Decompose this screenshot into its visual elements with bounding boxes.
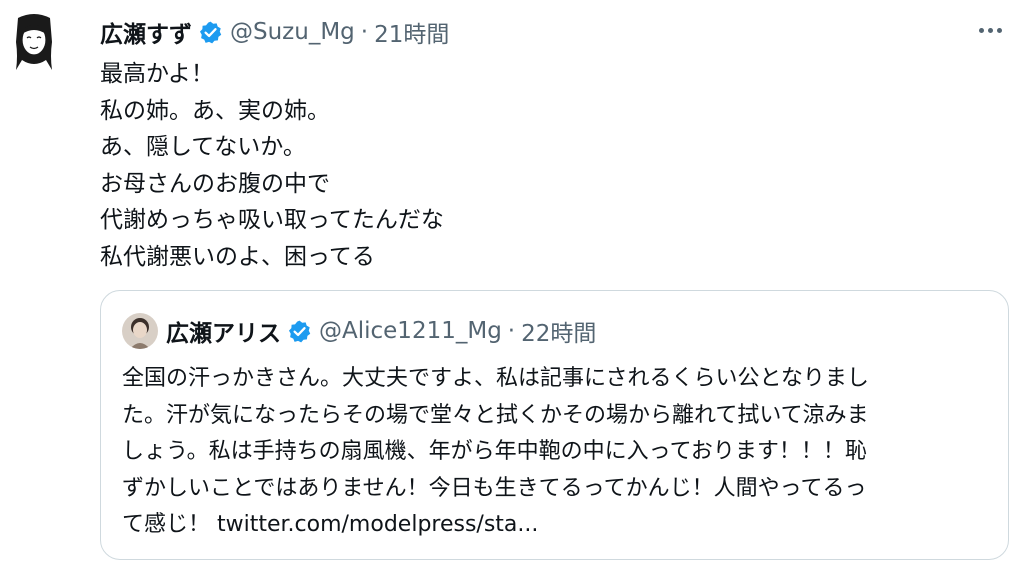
tweet-timestamp[interactable]: 21時間 (374, 15, 449, 49)
quoted-text-line: 全国の汗っかきさん。大丈夫ですよ、私は記事にされるくらい公となりまし (122, 366, 869, 391)
tweet-text-line: お母さんのお腹の中で (100, 170, 330, 197)
author-name[interactable]: 広瀬すず (100, 15, 192, 49)
quoted-text-line: た。汗が気になったらその場で堂々と拭くかその場から離れて拭いて涼みま (122, 402, 869, 428)
quoted-text-line: しょう。私は手持ちの扇風機、年がら年中鞄の中に入っております！！！恥 (122, 439, 867, 465)
separator-dot: · (507, 318, 516, 344)
quoted-author-name: 広瀬アリス (166, 321, 281, 347)
quoted-author-avatar (122, 313, 158, 349)
quoted-tweet-header: 広瀬アリス @Alice1211_Mg · 22時間 (166, 313, 596, 349)
quoted-tweet-link[interactable]: twitter.com/modelpress/sta... (217, 512, 538, 537)
author-avatar[interactable] (12, 12, 56, 74)
quoted-tweet-card[interactable]: 広瀬アリス @Alice1211_Mg · 22時間 全国の汗っかきさん。大丈夫… (100, 290, 1009, 560)
separator-dot: · (360, 19, 369, 45)
tweet-text-line: 最高かよ！ (100, 61, 214, 87)
tweet-text-line: 代謝めっちゃ吸い取ってたんだな (100, 207, 444, 233)
verified-badge-icon (287, 319, 312, 344)
quoted-tweet-text: 全国の汗っかきさん。大丈夫ですよ、私は記事にされるくらい公となりまし た。汗が気… (122, 361, 992, 544)
tweet: 広瀬すず @Suzu_Mg · 21時間 最高かよ！ 私の姉。あ、実の姉。 あ、… (0, 0, 1024, 582)
verified-badge-icon (198, 20, 223, 45)
quoted-text-prefix: て感じ！ (122, 512, 217, 538)
tweet-text-line: 私の姉。あ、実の姉。 (100, 97, 330, 124)
quoted-text-line: ずかしいことではありません！今日も生きてるってかんじ！人間やってるっ (122, 475, 867, 501)
tweet-header: 広瀬すず @Suzu_Mg · 21時間 (100, 14, 449, 50)
quoted-author-handle: @Alice1211_Mg (319, 318, 502, 344)
more-dots-icon[interactable] (972, 18, 1008, 42)
author-handle[interactable]: @Suzu_Mg (230, 19, 355, 45)
tweet-text-line: 私代謝悪いのよ、困ってる (100, 243, 375, 270)
quoted-text-line: て感じ！ twitter.com/modelpress/sta... (122, 507, 992, 544)
quoted-tweet-timestamp: 22時間 (521, 321, 597, 347)
tweet-text: 最高かよ！ 私の姉。あ、実の姉。 あ、隠してないか。 お母さんのお腹の中で 代謝… (100, 56, 980, 275)
tweet-text-line: あ、隠してないか。 (100, 134, 306, 160)
